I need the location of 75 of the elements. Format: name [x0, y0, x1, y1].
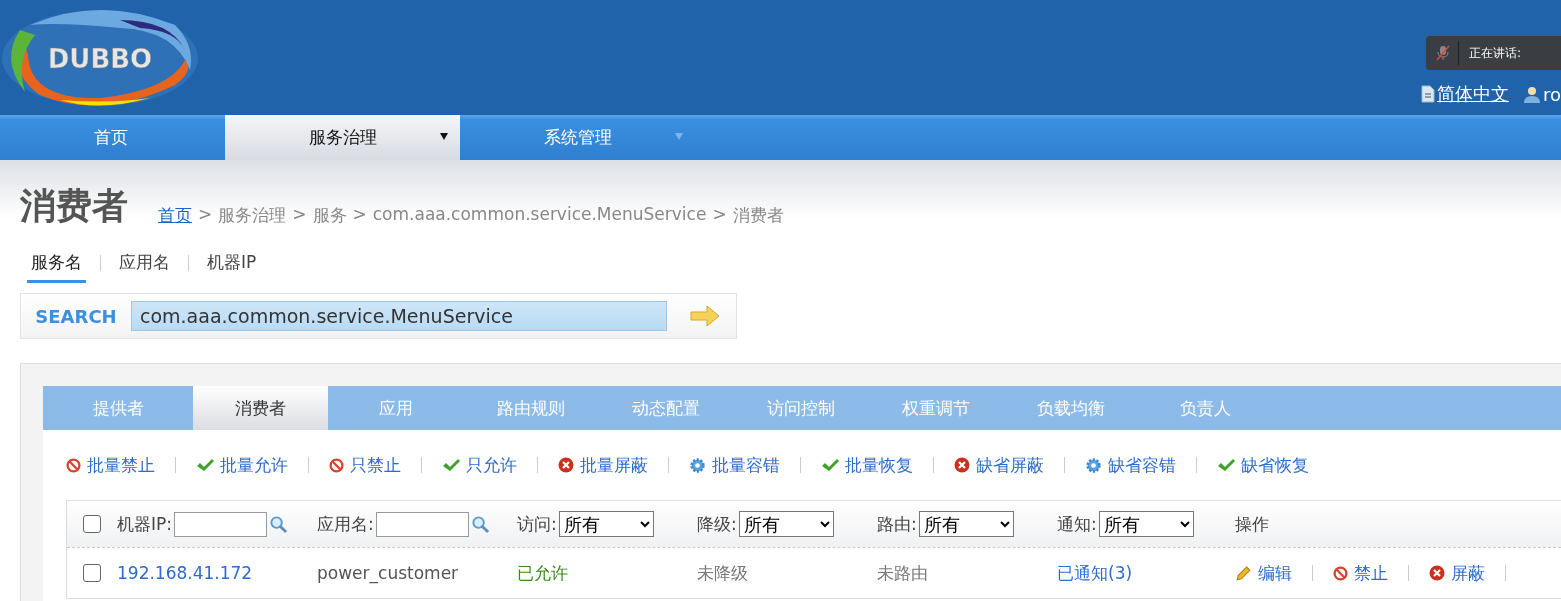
filter-label: 路由: — [877, 512, 917, 536]
tab[interactable]: 消费者 — [193, 386, 328, 430]
filter-field[interactable] — [174, 511, 267, 537]
breadcrumb-link[interactable]: 首页 — [158, 204, 192, 227]
filter-label: 访问: — [517, 512, 557, 536]
table-link[interactable]: 192.168.41.172 — [117, 563, 317, 583]
table-cell-text: 未路由 — [877, 561, 929, 585]
nav-tab[interactable]: 服务治理 — [225, 115, 460, 160]
breadcrumb-item: 服务 — [312, 204, 347, 227]
pencil-icon — [1235, 564, 1252, 582]
check-icon — [196, 457, 214, 473]
prohibited-icon — [66, 457, 81, 473]
filter-select[interactable]: 所有 — [918, 511, 1014, 537]
action-link[interactable]: 缺省容错 — [1085, 453, 1176, 477]
close-icon — [1429, 565, 1445, 581]
filter-field[interactable] — [375, 511, 469, 537]
column-header: 操作 — [1235, 512, 1269, 536]
row-action-link[interactable]: 禁止 — [1333, 561, 1388, 585]
check-icon — [442, 457, 460, 473]
filter-label: 通知: — [1057, 512, 1097, 536]
action-link[interactable]: 缺省恢复 — [1217, 453, 1309, 477]
filter-label: 应用名: — [317, 512, 374, 536]
action-link[interactable]: 只允许 — [442, 453, 517, 477]
breadcrumb-separator: > — [198, 204, 213, 226]
row-action-link[interactable]: 屏蔽 — [1429, 561, 1485, 585]
muted-microphone-icon[interactable] — [1436, 45, 1450, 61]
breadcrumb-item: 消费者 — [732, 204, 784, 227]
language-link[interactable]: 简体中文 — [1420, 82, 1509, 106]
filter-select[interactable]: 所有 — [558, 511, 654, 537]
search-type-tab[interactable]: 服务名 — [27, 251, 86, 283]
search-type-tab[interactable]: 机器IP — [203, 251, 261, 283]
action-link[interactable]: 批量容错 — [689, 453, 780, 477]
table-cell-text: 已允许 — [517, 561, 569, 585]
breadcrumb-item: 服务治理 — [218, 204, 287, 227]
arrow-icon[interactable] — [689, 305, 721, 327]
prohibited-icon — [329, 457, 344, 473]
action-link[interactable]: 只禁止 — [329, 453, 401, 477]
user-icon — [1522, 85, 1541, 103]
filter-select[interactable]: 所有 — [1098, 511, 1194, 537]
page-title: 消费者 — [20, 184, 128, 228]
user-name[interactable]: ro — [1522, 83, 1561, 105]
search-type-tab[interactable]: 应用名 — [115, 251, 174, 283]
breadcrumb-separator: > — [352, 204, 367, 226]
table-link[interactable]: 已通知(3) — [1057, 561, 1235, 585]
search-icon[interactable] — [470, 514, 490, 534]
table-cell-text: power_customer — [317, 563, 460, 583]
gear-icon — [689, 456, 706, 474]
action-link[interactable]: 批量屏蔽 — [558, 453, 648, 477]
table-cell-text: 未降级 — [697, 561, 749, 585]
action-link[interactable]: 批量恢复 — [821, 453, 913, 477]
document-icon — [1420, 85, 1435, 103]
check-icon — [821, 457, 839, 473]
checkbox[interactable] — [83, 564, 101, 582]
filter-label: 降级: — [697, 512, 737, 536]
row-action-link[interactable]: 编辑 — [1235, 561, 1292, 585]
check-icon — [1217, 457, 1235, 473]
filter-select[interactable]: 所有 — [738, 511, 834, 537]
close-icon — [954, 457, 970, 473]
nav-tab[interactable]: 首页 — [0, 115, 222, 160]
gear-icon — [1085, 456, 1102, 474]
close-icon — [558, 457, 574, 473]
search-label: SEARCH — [34, 305, 118, 327]
action-link[interactable]: 缺省屏蔽 — [954, 453, 1044, 477]
search-field[interactable]: com.aaa.common.service.MenuService — [131, 301, 667, 331]
breadcrumb-separator: > — [292, 204, 307, 226]
nav-tab[interactable]: 系统管理 — [460, 115, 695, 160]
breadcrumb-separator: > — [712, 204, 727, 226]
search-icon[interactable] — [269, 514, 288, 534]
prohibited-icon — [1333, 565, 1348, 581]
breadcrumb-item: com.aaa.common.service.MenuService — [372, 204, 707, 226]
action-link[interactable]: 批量禁止 — [66, 453, 155, 477]
checkbox[interactable] — [83, 515, 101, 533]
filter-label: 机器IP: — [117, 512, 172, 536]
action-link[interactable]: 批量允许 — [196, 453, 288, 477]
voice-status: 正在讲话: — [1458, 41, 1522, 65]
